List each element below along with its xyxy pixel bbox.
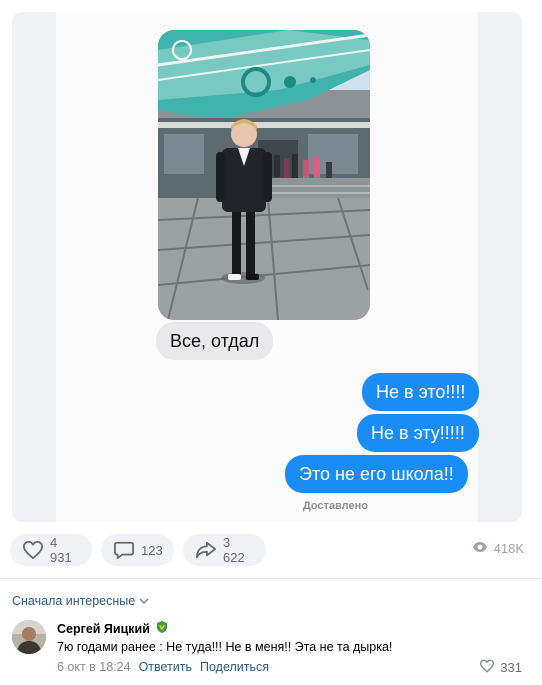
post-image[interactable]: Все, отдал Не в это!!!! Не в эту!!!!! Эт… [12, 12, 522, 522]
comment-like-button[interactable]: 331 [479, 659, 522, 676]
heart-icon [22, 540, 44, 560]
like-button[interactable]: 4 931 [10, 534, 92, 566]
comment-like-count: 331 [500, 660, 522, 675]
sort-label: Сначала интересные [12, 594, 136, 608]
comment-author-name[interactable]: Сергей Яицкий [57, 622, 150, 636]
comment-meta: 6 окт в 18:24 Ответить Поделиться [57, 660, 269, 674]
share-icon [195, 540, 217, 560]
comment-icon [113, 540, 135, 560]
eye-icon [472, 541, 488, 556]
like-count: 4 931 [50, 535, 72, 565]
share-link[interactable]: Поделиться [200, 660, 269, 674]
chat-screenshot: Все, отдал Не в это!!!! Не в эту!!!!! Эт… [56, 12, 480, 522]
views-counter: 418K [472, 541, 524, 556]
message-incoming: Все, отдал [156, 322, 274, 360]
comments-sort-dropdown[interactable]: Сначала интересные [12, 594, 149, 608]
chat-photo [158, 30, 370, 320]
heart-icon [479, 659, 495, 676]
badge-icon [155, 621, 169, 636]
message-outgoing: Не в эту!!!!! [357, 414, 479, 452]
comment-date[interactable]: 6 окт в 18:24 [57, 660, 131, 674]
share-count: 3 622 [223, 535, 245, 565]
comment-author[interactable]: Сергей Яицкий [57, 621, 169, 636]
share-button[interactable]: 3 622 [183, 534, 266, 566]
post-view: Все, отдал Не в это!!!! Не в эту!!!!! Эт… [0, 0, 542, 685]
avatar[interactable] [12, 620, 46, 654]
delivered-status: Доставлено [302, 500, 368, 512]
chevron-down-icon [139, 594, 149, 608]
views-count: 418K [493, 541, 524, 556]
reply-link[interactable]: Ответить [139, 660, 192, 674]
message-outgoing: Не в это!!!! [362, 373, 480, 411]
comment-count: 123 [141, 542, 163, 558]
divider [0, 578, 542, 579]
comment-button[interactable]: 123 [101, 534, 174, 566]
message-outgoing: Это не его школа!! [285, 455, 468, 493]
comment-text: 7ю годами ранее : Не туда!!! Не в меня!!… [57, 640, 393, 654]
